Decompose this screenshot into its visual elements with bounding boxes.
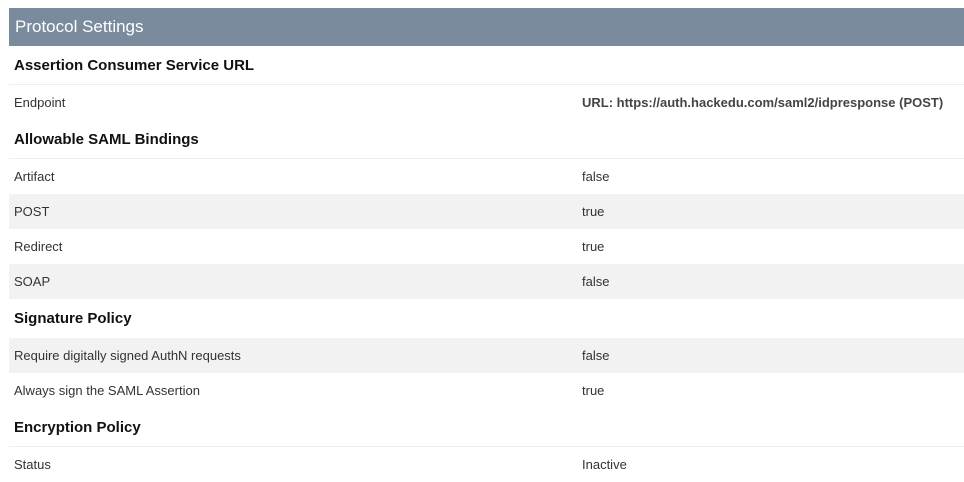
row-label: Redirect	[14, 239, 63, 254]
row-value: false	[582, 348, 610, 363]
table-row-always-sign-assertion: Always sign the SAML Assertion true	[9, 373, 964, 408]
row-label: Require digitally signed AuthN requests	[14, 348, 241, 363]
table-row-endpoint: Endpoint URL: https://auth.hackedu.com/s…	[9, 85, 964, 120]
row-label: SOAP	[14, 274, 51, 289]
endpoint-label: Endpoint	[14, 95, 66, 110]
table-row-require-signed-authn: Require digitally signed AuthN requests …	[9, 338, 964, 373]
panel-title: Protocol Settings	[9, 8, 964, 46]
status-label: Status	[14, 457, 51, 472]
row-value: false	[582, 169, 610, 184]
table-row-soap: SOAP false	[9, 264, 964, 299]
row-value: true	[582, 239, 605, 254]
protocol-settings-panel: Protocol Settings Assertion Consumer Ser…	[9, 8, 964, 482]
row-label: Always sign the SAML Assertion	[14, 383, 200, 398]
row-value: true	[582, 204, 605, 219]
status-value: Inactive	[582, 457, 627, 472]
section-heading-encryption: Encryption Policy	[9, 408, 964, 447]
table-row-status: Status Inactive	[9, 447, 964, 482]
row-value: false	[582, 274, 610, 289]
table-row-redirect: Redirect true	[9, 229, 964, 264]
row-label: POST	[14, 204, 50, 219]
endpoint-value: URL: https://auth.hackedu.com/saml2/idpr…	[582, 95, 944, 110]
section-heading-signature: Signature Policy	[14, 310, 132, 327]
row-label: Artifact	[14, 169, 55, 184]
row-value: true	[582, 383, 605, 398]
table-row-post: POST true	[9, 194, 964, 229]
section-heading-bindings: Allowable SAML Bindings	[9, 120, 964, 159]
table-row-artifact: Artifact false	[9, 159, 964, 194]
section-heading-acs: Assertion Consumer Service URL	[9, 46, 964, 85]
